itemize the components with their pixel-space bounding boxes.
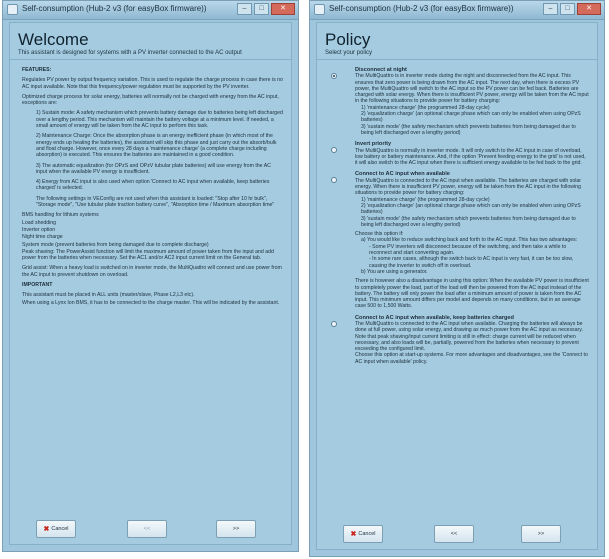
policy-option-connect-when-available[interactable]: Connect to AC input when available The M… [329, 171, 589, 309]
cancel-button[interactable]: ✖ Cancel [343, 525, 383, 543]
option-description: The MultiQuattro is connected to the AC … [355, 320, 583, 353]
important-item: When using a Lynx Ion BMS, it has to be … [22, 299, 280, 306]
maximize-button[interactable]: □ [254, 3, 269, 15]
option-detail: 2) 'equalization charge' (an optional ch… [361, 202, 581, 216]
minimize-button[interactable]: – [237, 3, 252, 15]
option-detail: Choose this option at start-up systems. … [355, 352, 588, 365]
policy-option-invert-priority[interactable]: Invert priority The MultiQuattro is norm… [329, 141, 589, 166]
feature-item: Peak shaving: The PowerAssist function w… [22, 248, 274, 262]
next-button[interactable]: >> [216, 520, 256, 538]
next-button[interactable]: >> [521, 525, 561, 543]
policy-window: Self-consumption (Hub-2 v3 (for easyBox … [309, 0, 605, 557]
radio-button[interactable] [331, 320, 337, 327]
divider [317, 59, 597, 60]
radio-button[interactable] [331, 73, 337, 79]
back-label: << [143, 526, 151, 532]
back-button[interactable]: << [127, 520, 167, 538]
cancel-label: Cancel [358, 531, 376, 537]
option-detail: b) You are using a generator. [361, 268, 428, 275]
option-detail: 3) 'sustain mode' (the safety mechanism … [361, 215, 576, 228]
wizard-panel: Welcome This assistant is designed for s… [9, 22, 292, 545]
page-subtitle: Select your policy [325, 50, 373, 56]
feature-item: 2) Maintenance Charge: Once the absorpti… [36, 133, 277, 159]
feature-item: Regulates PV power by output frequency v… [22, 77, 283, 90]
feature-item: BMS handling for lithium systems [22, 212, 99, 219]
page-subtitle: This assistant is designed for systems w… [18, 50, 242, 56]
policy-options: Disconnect at night The MultiQuattro is … [329, 67, 589, 515]
option-detail: a) You would like to reduce switching ba… [361, 237, 578, 244]
option-detail: - In some rare cases, although the switc… [369, 256, 574, 269]
app-icon [7, 4, 18, 15]
feature-item: Grid assist: When a heavy load is switch… [22, 265, 282, 278]
option-description: The MultiQuattro is in inverter mode dur… [355, 73, 589, 105]
option-detail: 2) 'equalization charge' (an optional ch… [361, 111, 581, 124]
feature-item: 1) Sustain mode: A safety mechanism whic… [36, 110, 283, 130]
divider [10, 59, 291, 60]
page-title: Welcome [18, 30, 89, 49]
app-icon [314, 4, 325, 15]
feature-item: 4) Energy from AC input is also used whe… [36, 179, 270, 192]
feature-item: Load shedding [22, 219, 57, 226]
title-bar: Self-consumption (Hub-2 v3 (for easyBox … [310, 1, 604, 20]
important-item: This assistant must be placed in ALL uni… [22, 292, 195, 299]
radio-button[interactable] [331, 147, 337, 154]
feature-item: Inverter option [22, 226, 56, 233]
policy-option-keep-batteries-charged[interactable]: Connect to AC input when available, keep… [329, 315, 589, 365]
feature-item: System mode (prevent batteries from bein… [22, 241, 209, 248]
option-detail: - Some PV inverters will disconnect beca… [369, 243, 567, 257]
feature-item: Night time charge [22, 234, 63, 241]
option-description: The MultiQuattro is normally in inverter… [355, 147, 586, 167]
feature-item: 3) The automatic equalization (for OPzS … [36, 162, 271, 175]
feature-item: Optimized charge process for solar energ… [22, 93, 279, 107]
close-button[interactable]: ✕ [271, 3, 295, 15]
next-label: >> [232, 526, 240, 532]
features-title: FEATURES: [22, 67, 52, 73]
policy-option-disconnect-at-night[interactable]: Disconnect at night The MultiQuattro is … [329, 67, 589, 136]
option-detail: There is however also a disadvantage in … [355, 278, 589, 310]
button-row: ✖ Cancel << >> [10, 520, 291, 538]
option-detail: 3) 'sustain mode' (the safety mechanism … [361, 123, 576, 136]
back-button[interactable]: << [434, 525, 474, 543]
feature-item: The following settings in VEConfig are n… [36, 195, 275, 209]
option-description: The MultiQuattro is connected to the AC … [355, 177, 581, 197]
title-bar: Self-consumption (Hub-2 v3 (for easyBox … [3, 1, 298, 20]
close-button[interactable]: ✕ [577, 3, 601, 15]
important-title: IMPORTANT [22, 282, 53, 289]
cancel-icon: ✖ [350, 531, 357, 538]
cancel-label: Cancel [51, 526, 69, 532]
back-label: << [450, 531, 458, 537]
button-row: ✖ Cancel << >> [317, 525, 597, 543]
cancel-button[interactable]: ✖ Cancel [36, 520, 76, 538]
wizard-panel: Policy Select your policy Disconnect at … [316, 22, 598, 550]
window-title: Self-consumption (Hub-2 v3 (for easyBox … [22, 4, 207, 13]
next-label: >> [537, 531, 545, 537]
welcome-window: Self-consumption (Hub-2 v3 (for easyBox … [2, 0, 299, 552]
page-title: Policy [325, 30, 371, 49]
welcome-text: FEATURES: Regulates PV power by output f… [22, 67, 283, 510]
maximize-button[interactable]: □ [560, 3, 575, 15]
cancel-icon: ✖ [43, 526, 50, 533]
radio-button[interactable] [331, 177, 337, 184]
window-title: Self-consumption (Hub-2 v3 (for easyBox … [329, 4, 514, 13]
minimize-button[interactable]: – [543, 3, 558, 15]
